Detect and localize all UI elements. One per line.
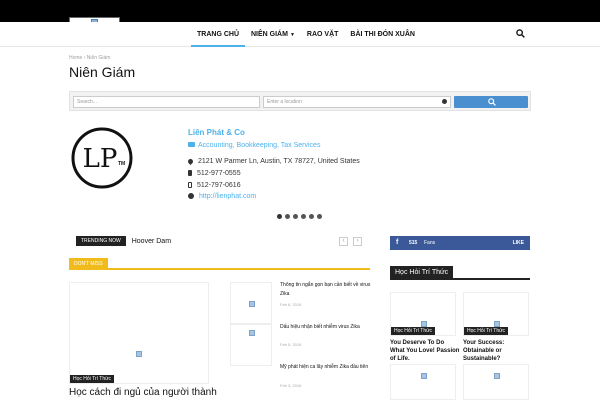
featured-category-tag[interactable]: Học Hỏi Trí Thức: [70, 375, 114, 383]
facebook-fan-count: 515: [409, 240, 418, 246]
business-categories[interactable]: Accounting, Bookkeeping, Tax Services: [188, 142, 320, 149]
website-text: http://lienphat.com: [199, 193, 257, 200]
business-website[interactable]: http://lienphat.com: [188, 193, 256, 200]
phone-icon: [188, 170, 192, 176]
search-input[interactable]: Search...: [73, 96, 260, 108]
post-date: Feb 6, 2016: [280, 302, 302, 307]
nav-label: BÀI THI ĐÓN XUÂN: [350, 31, 415, 38]
slider-dot[interactable]: [293, 214, 298, 219]
location-input[interactable]: Enter a location: [263, 96, 451, 108]
facebook-icon: f: [396, 239, 399, 246]
post-title[interactable]: Mỹ phát hiện ca lây nhiễm Zika đầu tiên: [280, 363, 372, 372]
hoc-hoi-header: Học Hỏi Trí Thức: [390, 266, 530, 280]
post-thumbnail[interactable]: [230, 324, 272, 366]
search-icon: [488, 98, 496, 106]
image-placeholder-icon: [249, 301, 255, 307]
phone-text: 512-977-0555: [197, 170, 241, 177]
logo-text: LP: [83, 144, 118, 174]
post-title[interactable]: Dấu hiệu nhận biết nhiễm virus Zika: [280, 323, 372, 332]
post-thumbnail[interactable]: [230, 282, 272, 324]
business-logo[interactable]: LP TM: [71, 127, 133, 189]
slider-dot[interactable]: [285, 214, 290, 219]
map-pin-icon: [186, 157, 195, 166]
nav-label: RAO VẶT: [306, 31, 339, 38]
grid-post-image[interactable]: [463, 364, 529, 400]
location-placeholder: Enter a location: [267, 99, 302, 105]
slider-dot[interactable]: [301, 214, 306, 219]
main-navbar: TRANG CHỦ NIÊN GIÁM ▼ RAO VẶT BÀI THI ĐÓN…: [0, 22, 600, 47]
globe-icon: [188, 193, 194, 199]
search-button[interactable]: [454, 96, 528, 108]
grid-post-image[interactable]: Học Hỏi Trí Thức: [463, 292, 529, 336]
slider-dots: [277, 214, 325, 219]
mobile-text: 512-797-0616: [197, 182, 241, 189]
image-placeholder-icon: [421, 373, 427, 379]
business-mobile: 512-797-0616: [188, 182, 241, 189]
grid-post-image[interactable]: [390, 364, 456, 400]
grid-post-title[interactable]: You Deserve To Do What You Love! Passion…: [390, 339, 460, 363]
logo-trademark: TM: [118, 161, 125, 167]
directory-search-bar: Search... Enter a location: [69, 91, 531, 111]
grid-post-title[interactable]: Your Success: Obtainable or Sustainable?: [463, 339, 533, 363]
categories-text: Accounting, Bookkeeping, Tax Services: [198, 142, 321, 149]
post-title[interactable]: Thông tin ngắn gọn bạn cần biết về virus…: [280, 281, 372, 299]
page-title: Niên Giám: [69, 64, 136, 80]
post-date: Feb 5, 2016: [280, 342, 302, 347]
image-placeholder-icon: [249, 330, 255, 336]
nav-label: NIÊN GIÁM: [251, 31, 288, 38]
dont-miss-label: DON'T MISS: [69, 258, 108, 270]
mobile-icon: [188, 182, 192, 188]
main-nav: TRANG CHỦ NIÊN GIÁM ▼ RAO VẶT BÀI THI ĐÓN…: [191, 22, 421, 47]
breadcrumb: Home › Niên Giám: [69, 55, 110, 61]
facebook-fans-label: Fans: [424, 240, 436, 246]
trending-bar: TRENDING NOW Hoover Dam: [76, 236, 171, 246]
nav-item-bai-thi[interactable]: BÀI THI ĐÓN XUÂN: [344, 22, 421, 47]
breadcrumb-home[interactable]: Home: [69, 55, 82, 61]
nav-item-nien-giam[interactable]: NIÊN GIÁM ▼: [245, 22, 301, 47]
facebook-like-button[interactable]: LIKE: [513, 240, 524, 246]
address-text: 2121 W Parmer Ln, Austin, TX 78727, Unit…: [198, 158, 360, 165]
trending-badge: TRENDING NOW: [76, 236, 126, 246]
folder-icon: [188, 142, 195, 147]
nav-item-rao-vat[interactable]: RAO VẶT: [301, 22, 345, 47]
grid-post-image[interactable]: Học Hỏi Trí Thức: [390, 292, 456, 336]
image-placeholder-icon: [136, 351, 142, 357]
dont-miss-header: DON'T MISS: [69, 258, 370, 270]
search-icon[interactable]: [516, 29, 525, 38]
grid-category-tag[interactable]: Học Hỏi Trí Thức: [391, 327, 435, 335]
breadcrumb-separator: ›: [83, 55, 86, 61]
featured-post-title[interactable]: Học cách đi ngủ của người thành: [69, 387, 217, 398]
trending-next-button[interactable]: ›: [353, 237, 362, 246]
hoc-hoi-label: Học Hỏi Trí Thức: [390, 266, 454, 280]
business-name[interactable]: Liên Phát & Co: [188, 128, 245, 137]
grid-category-tag[interactable]: Học Hỏi Trí Thức: [464, 327, 508, 335]
image-placeholder-icon: [494, 373, 500, 379]
locate-icon[interactable]: [442, 99, 447, 104]
business-address: 2121 W Parmer Ln, Austin, TX 78727, Unit…: [186, 157, 360, 166]
chevron-down-icon: ▼: [289, 32, 295, 38]
trending-headline[interactable]: Hoover Dam: [132, 238, 171, 245]
post-date: Feb 3, 2016: [280, 383, 302, 388]
slider-dot[interactable]: [317, 214, 322, 219]
nav-item-trang-chu[interactable]: TRANG CHỦ: [191, 22, 245, 47]
slider-dot[interactable]: [309, 214, 314, 219]
business-phone: 512-977-0555: [188, 170, 241, 177]
nav-label: TRANG CHỦ: [197, 31, 239, 38]
breadcrumb-current: Niên Giám: [86, 55, 111, 61]
facebook-fans-bar[interactable]: f 515 Fans LIKE: [390, 236, 530, 250]
slider-dot[interactable]: [277, 214, 282, 219]
featured-post-image[interactable]: Học Hỏi Trí Thức: [69, 282, 209, 384]
trending-prev-button[interactable]: ‹: [339, 237, 348, 246]
